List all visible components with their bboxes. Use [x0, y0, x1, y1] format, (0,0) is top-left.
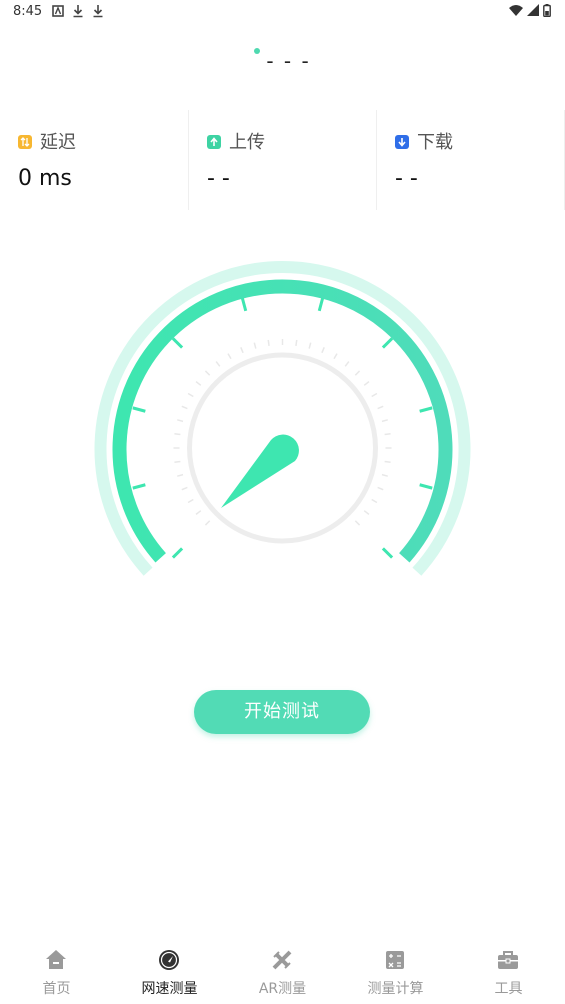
server-label: - - - — [266, 49, 311, 73]
server-selector[interactable]: - - - — [0, 48, 565, 73]
gauge-minor-tick — [321, 347, 325, 354]
tab-measure-calc[interactable]: 测量计算 — [339, 944, 452, 1004]
status-time: 8:45 — [13, 4, 43, 19]
gauge-minor-tick — [204, 520, 211, 526]
metric-label: 下载 — [417, 132, 453, 153]
gauge-minor-tick — [227, 353, 232, 360]
metric-latency: 延迟 0 ms — [0, 110, 188, 210]
a-badge-icon — [52, 5, 64, 17]
speed-gauge — [94, 261, 471, 576]
gauge-minor-tick — [333, 353, 338, 360]
speedometer-icon — [159, 950, 179, 970]
gauge-major-tick — [381, 337, 394, 349]
gauge-minor-tick — [177, 473, 184, 477]
gauge-minor-tick — [253, 342, 257, 349]
tab-home[interactable]: 首页 — [0, 944, 113, 1004]
gauge-outer-arc — [94, 261, 471, 576]
gauge-minor-tick — [240, 347, 244, 354]
gauge-minor-tick — [295, 339, 298, 346]
metric-value: - - — [395, 166, 418, 191]
tab-label: 网速测量 — [141, 981, 198, 997]
gauge-minor-tick — [187, 392, 194, 398]
gauge-major-tick — [317, 297, 325, 312]
bottom-tab-bar: 首页 网速测量 AR测量 测量计算 工具 — [0, 944, 565, 1004]
tab-label: 工具 — [494, 981, 523, 997]
metric-label: 延迟 — [40, 132, 76, 153]
gauge-main-arc — [112, 279, 453, 563]
download-icon — [93, 5, 103, 18]
status-right-icons — [508, 4, 551, 21]
metric-value: - - — [207, 166, 230, 191]
tab-tools[interactable]: 工具 — [452, 944, 565, 1004]
gauge-major-tick — [132, 483, 146, 490]
gauge-minor-tick — [174, 460, 181, 463]
tab-speed-test[interactable]: 网速测量 — [113, 944, 226, 1004]
gauge-minor-tick — [354, 370, 361, 376]
download-icon — [73, 5, 83, 18]
ruler-pencil-icon — [272, 950, 292, 970]
gauge-minor-tick — [377, 405, 384, 410]
metric-value: 0 ms — [18, 166, 72, 191]
gauge-minor-tick — [344, 361, 350, 367]
gauge-major-tick — [419, 483, 433, 490]
home-icon — [46, 950, 66, 969]
latency-icon — [18, 135, 32, 149]
gauge-minor-tick — [204, 370, 211, 376]
gauge-major-tick — [419, 406, 433, 413]
calculator-icon — [386, 951, 404, 969]
gauge-minor-tick — [371, 392, 378, 398]
gauge-minor-tick — [308, 342, 312, 349]
metric-download: 下载 - - — [377, 110, 565, 210]
gauge-minor-tick — [215, 361, 221, 367]
gauge-minor-tick — [195, 510, 202, 515]
metric-upload: 上传 - - — [189, 110, 377, 210]
battery-icon — [543, 4, 551, 18]
gauge-minor-tick — [384, 433, 391, 436]
gauge-major-tick — [240, 297, 248, 312]
download-icon — [395, 135, 409, 149]
gauge-minor-tick — [381, 473, 388, 477]
tab-label: 首页 — [42, 981, 71, 997]
gauge-minor-tick — [187, 498, 194, 504]
tab-ar-measure[interactable]: AR测量 — [226, 944, 339, 1004]
tab-label: 测量计算 — [367, 981, 424, 997]
metric-label: 上传 — [229, 132, 265, 153]
gauge-minor-tick — [195, 381, 202, 386]
gauge-minor-tick — [363, 381, 370, 386]
gauge-minor-tick — [384, 460, 391, 463]
gauge-major-tick — [171, 547, 184, 559]
tab-label: AR测量 — [258, 981, 307, 997]
gauge-minor-tick — [363, 510, 370, 515]
wifi-icon — [508, 5, 523, 16]
gauge-minor-tick — [177, 419, 184, 423]
gauge-minor-tick — [181, 405, 188, 410]
status-bar: 8:45 — [0, 0, 565, 24]
gauge-needle — [221, 434, 299, 508]
signal-icon — [526, 4, 539, 16]
gauge-minor-tick — [381, 419, 388, 423]
gauge-minor-tick — [174, 433, 181, 436]
gauge-minor-tick — [377, 486, 384, 491]
gauge-minor-tick — [371, 498, 378, 504]
upload-icon — [207, 135, 221, 149]
gauge-major-tick — [171, 337, 184, 349]
metrics-panel: 延迟 0 ms 上传 - - 下载 - - — [0, 110, 565, 210]
gauge-minor-tick — [354, 520, 361, 526]
gauge-major-ticks — [132, 297, 433, 559]
start-test-button[interactable]: 开始测试 — [194, 690, 370, 734]
server-status-dot — [254, 48, 261, 54]
toolbox-icon — [498, 951, 518, 969]
gauge-minor-tick — [181, 486, 188, 491]
gauge-minor-tick — [267, 339, 270, 346]
gauge-major-tick — [132, 406, 146, 413]
gauge-major-tick — [381, 547, 394, 559]
